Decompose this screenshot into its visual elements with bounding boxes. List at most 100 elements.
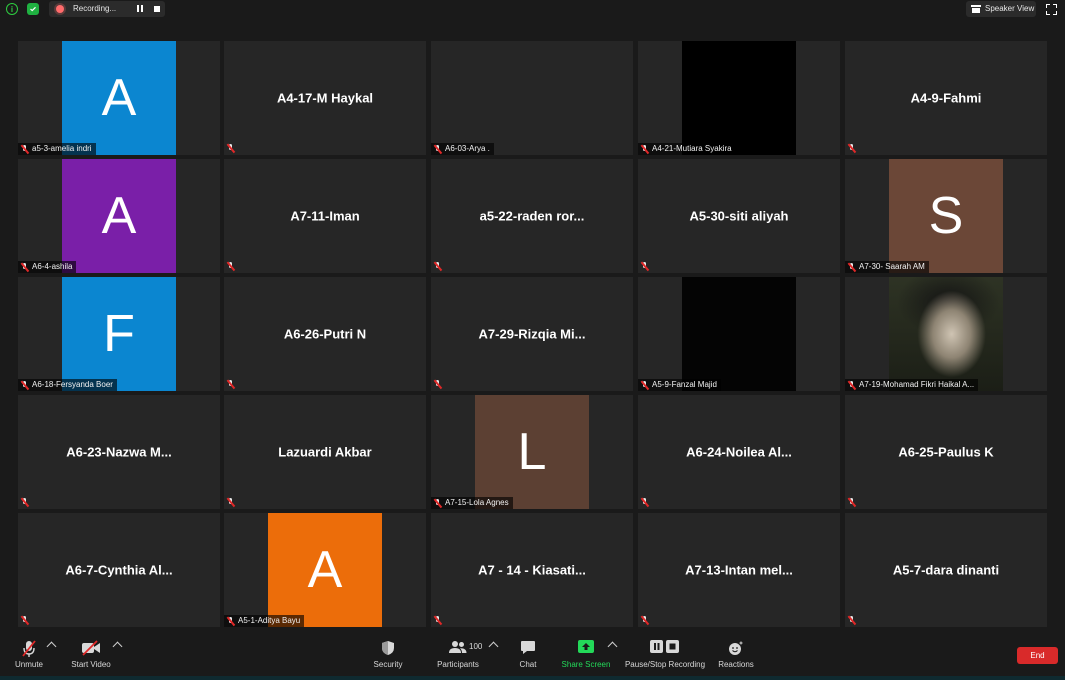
chat-label: Chat (519, 660, 537, 669)
participant-display-name: A5-7-dara dinanti (892, 562, 1000, 578)
muted-microphone-icon (21, 498, 29, 507)
participant-name-label: A7-15-Lola Agnes (445, 498, 509, 507)
muted-microphone-icon (641, 616, 649, 625)
participant-name-label: A5-9-Fanzal Majid (652, 380, 717, 389)
participant-tile[interactable]: A4-17-M Haykal (224, 41, 426, 155)
share-screen-button[interactable]: Share Screen (560, 632, 612, 676)
participant-tile[interactable]: F A6-18-Fersyanda Boer (18, 277, 220, 391)
participant-label-bar: a5-3-amelia indri (18, 143, 96, 155)
reactions-button[interactable]: Reactions (716, 632, 756, 676)
video-options-chevron-icon[interactable] (112, 641, 123, 652)
muted-microphone-icon (434, 616, 442, 625)
participant-tile[interactable]: A6-23-Nazwa M... (18, 395, 220, 509)
participant-display-name: A5-30-siti aliyah (689, 208, 789, 224)
participant-avatar: A (62, 41, 176, 155)
participant-name-label: A7-19-Mohamad Fikri Haikal A... (859, 380, 975, 389)
pause-stop-recording-button[interactable]: Pause/Stop Recording (623, 632, 707, 676)
participant-name-label: a5-3-amelia indri (32, 144, 92, 153)
participant-tile[interactable]: A A6-4-ashila (18, 159, 220, 273)
end-meeting-button[interactable]: End (1017, 647, 1058, 664)
info-icon[interactable]: i (6, 3, 18, 15)
participants-count: 100 (469, 642, 483, 651)
participant-avatar: A (62, 159, 176, 273)
audio-options-chevron-icon[interactable] (46, 641, 57, 652)
participant-name-label: A6-18-Fersyanda Boer (32, 380, 113, 389)
participant-display-name: A7 - 14 - Kiasati... (478, 562, 586, 578)
participant-tile[interactable]: A6-03-Arya . (431, 41, 633, 155)
start-video-label: Start Video (71, 660, 111, 669)
participant-tile[interactable]: S A7-30- Saarah AM (845, 159, 1047, 273)
participant-display-name: A7-11-Iman (290, 208, 360, 224)
muted-microphone-icon (848, 144, 856, 153)
unmute-button[interactable]: Unmute (10, 632, 48, 676)
encryption-shield-icon[interactable] (27, 3, 39, 15)
muted-microphone-icon (21, 380, 29, 390)
muted-microphone-icon (227, 144, 235, 153)
participant-tile[interactable]: A6-25-Paulus K (845, 395, 1047, 509)
participant-label-bar: A7-19-Mohamad Fikri Haikal A... (845, 379, 979, 391)
security-shield-icon (381, 640, 395, 661)
participant-avatar: F (62, 277, 176, 391)
fullscreen-icon[interactable] (1046, 4, 1057, 15)
participant-tile[interactable]: A6-26-Putri N (224, 277, 426, 391)
pause-stop-icon (650, 640, 680, 659)
participants-options-chevron-icon[interactable] (488, 641, 499, 652)
participant-video (682, 277, 796, 391)
participant-display-name: A7-13-Intan mel... (685, 562, 793, 578)
participant-label-bar: A5-1-Aditya Bayu (224, 615, 305, 627)
participants-button[interactable]: 100 Participants (432, 632, 484, 676)
participant-label-bar: A6-03-Arya . (431, 143, 494, 155)
meeting-toolbar: Unmute Start Video Security 100 Particip… (0, 632, 1065, 680)
participant-tile[interactable]: A7-11-Iman (224, 159, 426, 273)
pause-recording-icon[interactable] (137, 5, 144, 13)
participant-tile[interactable]: A5-9-Fanzal Majid (638, 277, 840, 391)
speaker-view-button[interactable]: Speaker View (966, 1, 1036, 17)
participant-tile[interactable]: A5-30-siti aliyah (638, 159, 840, 273)
unmute-label: Unmute (14, 660, 43, 669)
participant-tile[interactable]: A5-7-dara dinanti (845, 513, 1047, 627)
participant-tile[interactable]: A7 - 14 - Kiasati... (431, 513, 633, 627)
participant-name-label: A4-21-Mutiara Syakira (652, 144, 732, 153)
speaker-view-label: Speaker View (985, 4, 1035, 13)
muted-microphone-icon (848, 380, 856, 390)
muted-microphone-icon (227, 616, 235, 626)
security-label: Security (373, 660, 403, 669)
start-video-button[interactable]: Start Video (68, 632, 114, 676)
participant-tile[interactable]: A7-19-Mohamad Fikri Haikal A... (845, 277, 1047, 391)
participant-label-bar: A6-4-ashila (18, 261, 77, 273)
participant-tile[interactable]: Lazuardi Akbar (224, 395, 426, 509)
participant-tile[interactable]: L A7-15-Lola Agnes (431, 395, 633, 509)
participant-tile[interactable]: A7-29-Rizqia Mi... (431, 277, 633, 391)
reactions-smiley-icon (728, 640, 744, 661)
stop-recording-icon[interactable] (154, 6, 160, 12)
muted-microphone-icon (848, 616, 856, 625)
muted-microphone-icon (434, 380, 442, 389)
participant-tile[interactable]: A A5-1-Aditya Bayu (224, 513, 426, 627)
reactions-label: Reactions (718, 660, 754, 669)
participant-tile[interactable]: a5-22-raden ror... (431, 159, 633, 273)
participant-tile[interactable]: A6-24-Noilea Al... (638, 395, 840, 509)
muted-microphone-icon (848, 498, 856, 507)
muted-microphone-icon (434, 144, 442, 154)
participant-tile[interactable]: A6-7-Cynthia Al... (18, 513, 220, 627)
participant-name-label: A7-30- Saarah AM (859, 262, 925, 271)
participant-tile[interactable]: A4-21-Mutiara Syakira (638, 41, 840, 155)
participant-name-label: A5-1-Aditya Bayu (238, 616, 301, 625)
chat-button[interactable]: Chat (512, 632, 544, 676)
recording-label: Recording... (73, 4, 117, 13)
chat-icon (520, 640, 536, 660)
muted-microphone-icon (227, 262, 235, 271)
participant-display-name: A6-7-Cynthia Al... (65, 562, 173, 578)
speaker-view-icon (971, 5, 981, 13)
participant-tile[interactable]: A7-13-Intan mel... (638, 513, 840, 627)
participant-tile[interactable]: A4-9-Fahmi (845, 41, 1047, 155)
participant-tile[interactable]: Aa5-3-amelia indri (18, 41, 220, 155)
participant-label-bar: A4-21-Mutiara Syakira (638, 143, 736, 155)
participant-display-name: A6-23-Nazwa M... (66, 444, 172, 460)
recording-indicator: Recording... (49, 1, 165, 17)
participant-name-label: A6-4-ashila (32, 262, 73, 271)
security-button[interactable]: Security (368, 632, 408, 676)
participant-avatar: A (268, 513, 382, 627)
pause-recording-label: Pause/Stop Recording (624, 660, 706, 669)
muted-microphone-icon (434, 262, 442, 271)
